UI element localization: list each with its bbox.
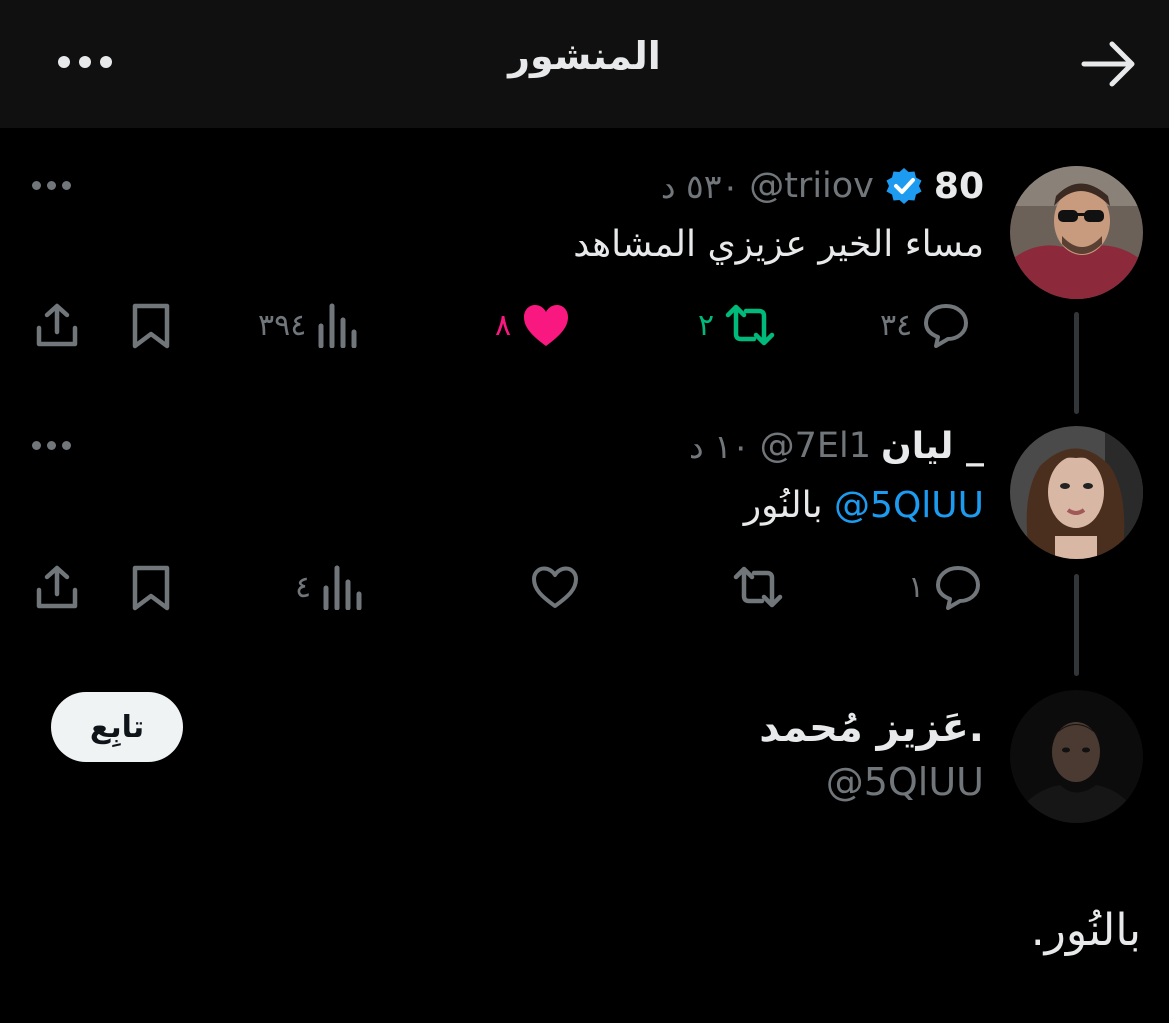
heart-icon <box>532 566 578 608</box>
views-count: ٤ <box>295 569 312 605</box>
thread-line <box>1074 312 1079 414</box>
verified-badge-icon <box>886 168 922 204</box>
repost-icon <box>725 304 775 346</box>
author-name[interactable]: عَزيز مُحمد. <box>759 705 984 751</box>
views-button[interactable]: ٣٩٤ <box>258 300 360 350</box>
post-header: 80 @triiov ٥٣٠ د <box>661 161 984 211</box>
reply-count: ٣٤ <box>880 307 913 343</box>
reply-button[interactable]: ٣٤ <box>880 300 970 350</box>
post-more-icon[interactable] <box>32 441 71 450</box>
post-text: بالنُور. <box>1030 905 1141 956</box>
avatar[interactable] <box>1010 166 1143 299</box>
top-bar: المنشور <box>0 0 1169 128</box>
share-icon[interactable] <box>35 302 79 348</box>
post-text-body: بالنُور <box>743 485 823 526</box>
avatar[interactable] <box>1010 426 1143 559</box>
post-text: @5QlUU بالنُور <box>744 485 984 526</box>
share-icon[interactable] <box>35 564 79 610</box>
reply-count: ١ <box>908 569 925 605</box>
like-button[interactable]: ٨ <box>495 300 571 350</box>
avatar[interactable] <box>1010 690 1143 823</box>
reply-button[interactable]: ١ <box>908 562 982 612</box>
post-time: ٥٣٠ د <box>660 166 740 206</box>
post-header: ليان _ @7El1 ١٠ د <box>689 421 984 471</box>
author-name[interactable]: 80 <box>934 166 984 207</box>
reply-icon <box>936 566 981 610</box>
thread-line <box>1074 574 1079 676</box>
mention-link[interactable]: @5QlUU <box>834 485 984 526</box>
views-button[interactable]: ٤ <box>295 562 365 612</box>
bookmark-icon[interactable] <box>131 302 171 350</box>
repost-button[interactable]: ٢ <box>698 300 776 350</box>
author-handle[interactable]: @5QlUU <box>826 760 984 804</box>
bookmark-icon[interactable] <box>131 564 171 612</box>
reply-icon <box>924 304 969 348</box>
views-icon <box>318 303 357 348</box>
repost-button[interactable] <box>732 562 784 612</box>
author-handle[interactable]: @7El1 <box>760 426 871 466</box>
like-count: ٨ <box>495 307 512 343</box>
more-horizontal-icon[interactable] <box>50 44 120 80</box>
repost-count: ٢ <box>698 307 715 343</box>
views-icon <box>323 565 362 610</box>
like-button[interactable] <box>530 562 580 612</box>
arrow-right-icon[interactable] <box>1078 38 1140 90</box>
post-time: ١٠ د <box>688 426 750 466</box>
repost-icon <box>733 566 783 608</box>
post-more-icon[interactable] <box>32 181 71 190</box>
views-count: ٣٩٤ <box>258 307 307 343</box>
follow-button[interactable]: تابِع <box>51 692 183 762</box>
author-handle[interactable]: @triiov <box>749 166 874 206</box>
page-title: المنشور <box>508 34 661 78</box>
heart-filled-icon <box>524 305 569 346</box>
author-name[interactable]: ليان _ <box>881 426 984 467</box>
post-text: مساء الخير عزيزي المشاهد <box>573 224 984 265</box>
